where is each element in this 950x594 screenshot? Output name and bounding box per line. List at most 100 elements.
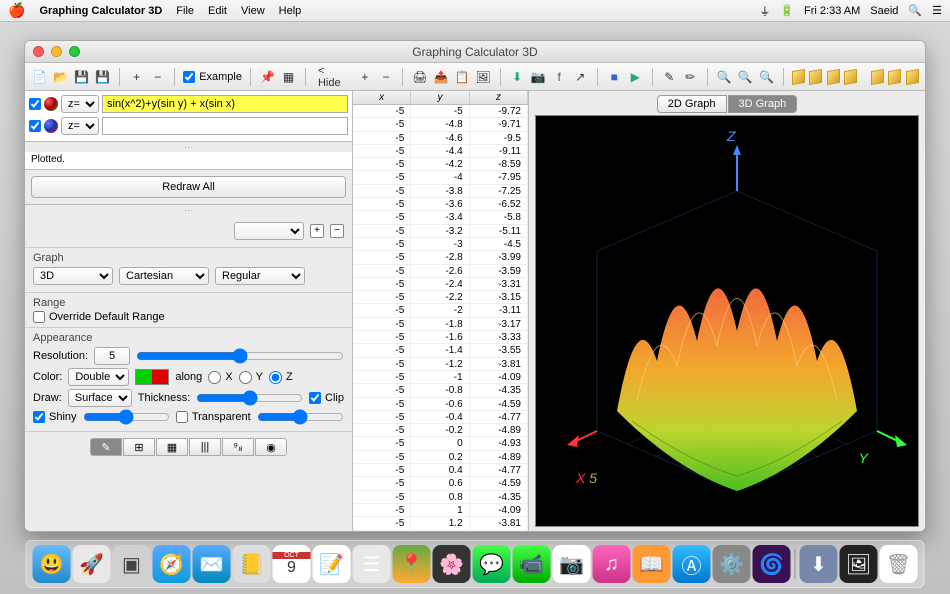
trash-icon[interactable]: 🗑 xyxy=(880,545,918,583)
table-row[interactable]: -5-2.8-3.99 xyxy=(353,251,528,264)
tab-2d-graph[interactable]: 2D Graph xyxy=(657,95,727,113)
table-row[interactable]: -5-1.2-3.81 xyxy=(353,358,528,371)
resolution-slider[interactable] xyxy=(136,349,344,363)
download-icon[interactable]: ⬇ xyxy=(509,68,526,86)
copy-icon[interactable]: 📋 xyxy=(454,68,471,86)
table-row[interactable]: -50-4.93 xyxy=(353,437,528,450)
axis-y-radio[interactable] xyxy=(239,371,252,384)
photobooth-icon[interactable]: 📷 xyxy=(553,545,591,583)
open-icon[interactable]: 📂 xyxy=(52,68,69,86)
view6-icon[interactable] xyxy=(888,68,901,84)
redraw-button[interactable]: Redraw All xyxy=(31,176,346,198)
menu-file[interactable]: File xyxy=(176,5,194,17)
axis-x-radio[interactable] xyxy=(208,371,221,384)
notes-icon[interactable]: 📝 xyxy=(313,545,351,583)
new-icon[interactable]: 📄 xyxy=(31,68,48,86)
eq-visible-checkbox[interactable] xyxy=(29,98,41,110)
table-row[interactable]: -5-3-4.5 xyxy=(353,238,528,251)
table-row[interactable]: -5-3.6-6.52 xyxy=(353,198,528,211)
minus-icon[interactable]: − xyxy=(149,68,166,86)
export-icon[interactable]: 📤 xyxy=(432,68,449,86)
table-row[interactable]: -5-4.6-9.5 xyxy=(353,132,528,145)
downloads-icon[interactable]: ⬇ xyxy=(800,545,838,583)
add-icon[interactable]: + xyxy=(356,68,373,86)
table-row[interactable]: -5-3.4-5.8 xyxy=(353,211,528,224)
safari-icon[interactable]: 🧭 xyxy=(153,545,191,583)
grid-icon[interactable]: ▦ xyxy=(280,68,297,86)
mission-control-icon[interactable]: ▣ xyxy=(113,545,151,583)
resolution-input[interactable] xyxy=(94,347,130,365)
table-row[interactable]: -5-4.2-8.59 xyxy=(353,158,528,171)
menu-edit[interactable]: Edit xyxy=(208,5,227,17)
zoom-fit-icon[interactable]: 🔍 xyxy=(758,68,775,86)
splitter-handle[interactable]: ⋯ xyxy=(25,142,352,152)
table-row[interactable]: -51.4-3.55 xyxy=(353,531,528,532)
table-row[interactable]: -5-2.6-3.59 xyxy=(353,265,528,278)
view7-icon[interactable] xyxy=(906,68,919,84)
reminders-icon[interactable]: ☰ xyxy=(353,545,391,583)
thickness-slider[interactable] xyxy=(196,391,303,405)
eq-expression-input[interactable] xyxy=(102,95,348,113)
table-row[interactable]: -5-1-4.09 xyxy=(353,371,528,384)
shiny-checkbox[interactable] xyxy=(33,411,45,423)
stop-icon[interactable]: ■ xyxy=(606,68,623,86)
clip-checkbox[interactable] xyxy=(309,392,321,404)
view4-icon[interactable] xyxy=(844,68,857,84)
splitter-handle[interactable]: ⋯ xyxy=(25,205,352,215)
view2-icon[interactable] xyxy=(809,68,822,84)
titlebar[interactable]: Graphing Calculator 3D xyxy=(25,41,925,63)
panel-tab-settings[interactable]: ◉ xyxy=(255,438,287,456)
draw-mode-select[interactable]: Surface xyxy=(68,389,132,407)
table-row[interactable]: -5-1.4-3.55 xyxy=(353,344,528,357)
tab-3d-graph[interactable]: 3D Graph xyxy=(728,95,798,113)
table-row[interactable]: -51.2-3.81 xyxy=(353,517,528,530)
maps-icon[interactable]: 📍 xyxy=(393,545,431,583)
facebook-icon[interactable]: f xyxy=(551,68,568,86)
col-header[interactable]: z xyxy=(470,91,528,104)
mail-icon[interactable]: ✉️ xyxy=(193,545,231,583)
launchpad-icon[interactable]: 🚀 xyxy=(73,545,111,583)
contacts-icon[interactable]: 📒 xyxy=(233,545,271,583)
preset-add-button[interactable]: + xyxy=(310,224,324,238)
print-icon[interactable]: 🖨 xyxy=(411,68,428,86)
user-menu[interactable]: Saeid xyxy=(870,5,898,17)
clock[interactable]: Fri 2:33 AM xyxy=(804,5,860,17)
3d-viewport[interactable]: Z X 5 Y xyxy=(535,115,919,527)
color-ball-icon[interactable] xyxy=(44,97,58,111)
table-row[interactable]: -5-1.8-3.17 xyxy=(353,318,528,331)
preset-remove-button[interactable]: − xyxy=(330,224,344,238)
appstore-icon[interactable]: Ⓐ xyxy=(673,545,711,583)
table-row[interactable]: -5-4.4-9.11 xyxy=(353,145,528,158)
panel-tab-labels[interactable]: ⁹₈ xyxy=(222,438,254,456)
col-header[interactable]: x xyxy=(353,91,411,104)
panel-tab-colors[interactable]: ||| xyxy=(189,438,221,456)
zoom-out-icon[interactable]: 🔍 xyxy=(737,68,754,86)
table-row[interactable]: -50.8-4.35 xyxy=(353,491,528,504)
example-checkbox[interactable] xyxy=(183,71,195,83)
hide-button[interactable]: < Hide xyxy=(314,68,352,86)
eq-expression-input[interactable] xyxy=(102,117,348,135)
wifi-icon[interactable]: ⏚ xyxy=(759,3,770,19)
doc-icon[interactable]: 🖼 xyxy=(840,545,878,583)
table-row[interactable]: -50.2-4.89 xyxy=(353,451,528,464)
table-row[interactable]: -5-2.2-3.15 xyxy=(353,291,528,304)
table-row[interactable]: -51-4.09 xyxy=(353,504,528,517)
table-row[interactable]: -5-4-7.95 xyxy=(353,171,528,184)
table-row[interactable]: -5-0.8-4.35 xyxy=(353,384,528,397)
photos-icon[interactable]: 🌸 xyxy=(433,545,471,583)
menu-view[interactable]: View xyxy=(241,5,265,17)
panel-tab-grid[interactable]: ⊞ xyxy=(123,438,155,456)
zoom-in-icon[interactable]: 🔍 xyxy=(716,68,733,86)
calendar-icon[interactable]: OCT9 xyxy=(273,545,311,583)
messages-icon[interactable]: 💬 xyxy=(473,545,511,583)
table-row[interactable]: -5-1.6-3.33 xyxy=(353,331,528,344)
table-row[interactable]: -5-3.2-5.11 xyxy=(353,225,528,238)
table-row[interactable]: -5-2-3.11 xyxy=(353,304,528,317)
facetime-icon[interactable]: 📹 xyxy=(513,545,551,583)
saveall-icon[interactable]: 💾 xyxy=(94,68,111,86)
apple-menu[interactable]: 🍎 xyxy=(8,2,25,19)
pen-icon[interactable]: ✏ xyxy=(682,68,699,86)
save-icon[interactable]: 💾 xyxy=(73,68,90,86)
shiny-slider[interactable] xyxy=(83,410,170,424)
screenshot-icon[interactable]: 📷 xyxy=(530,68,547,86)
